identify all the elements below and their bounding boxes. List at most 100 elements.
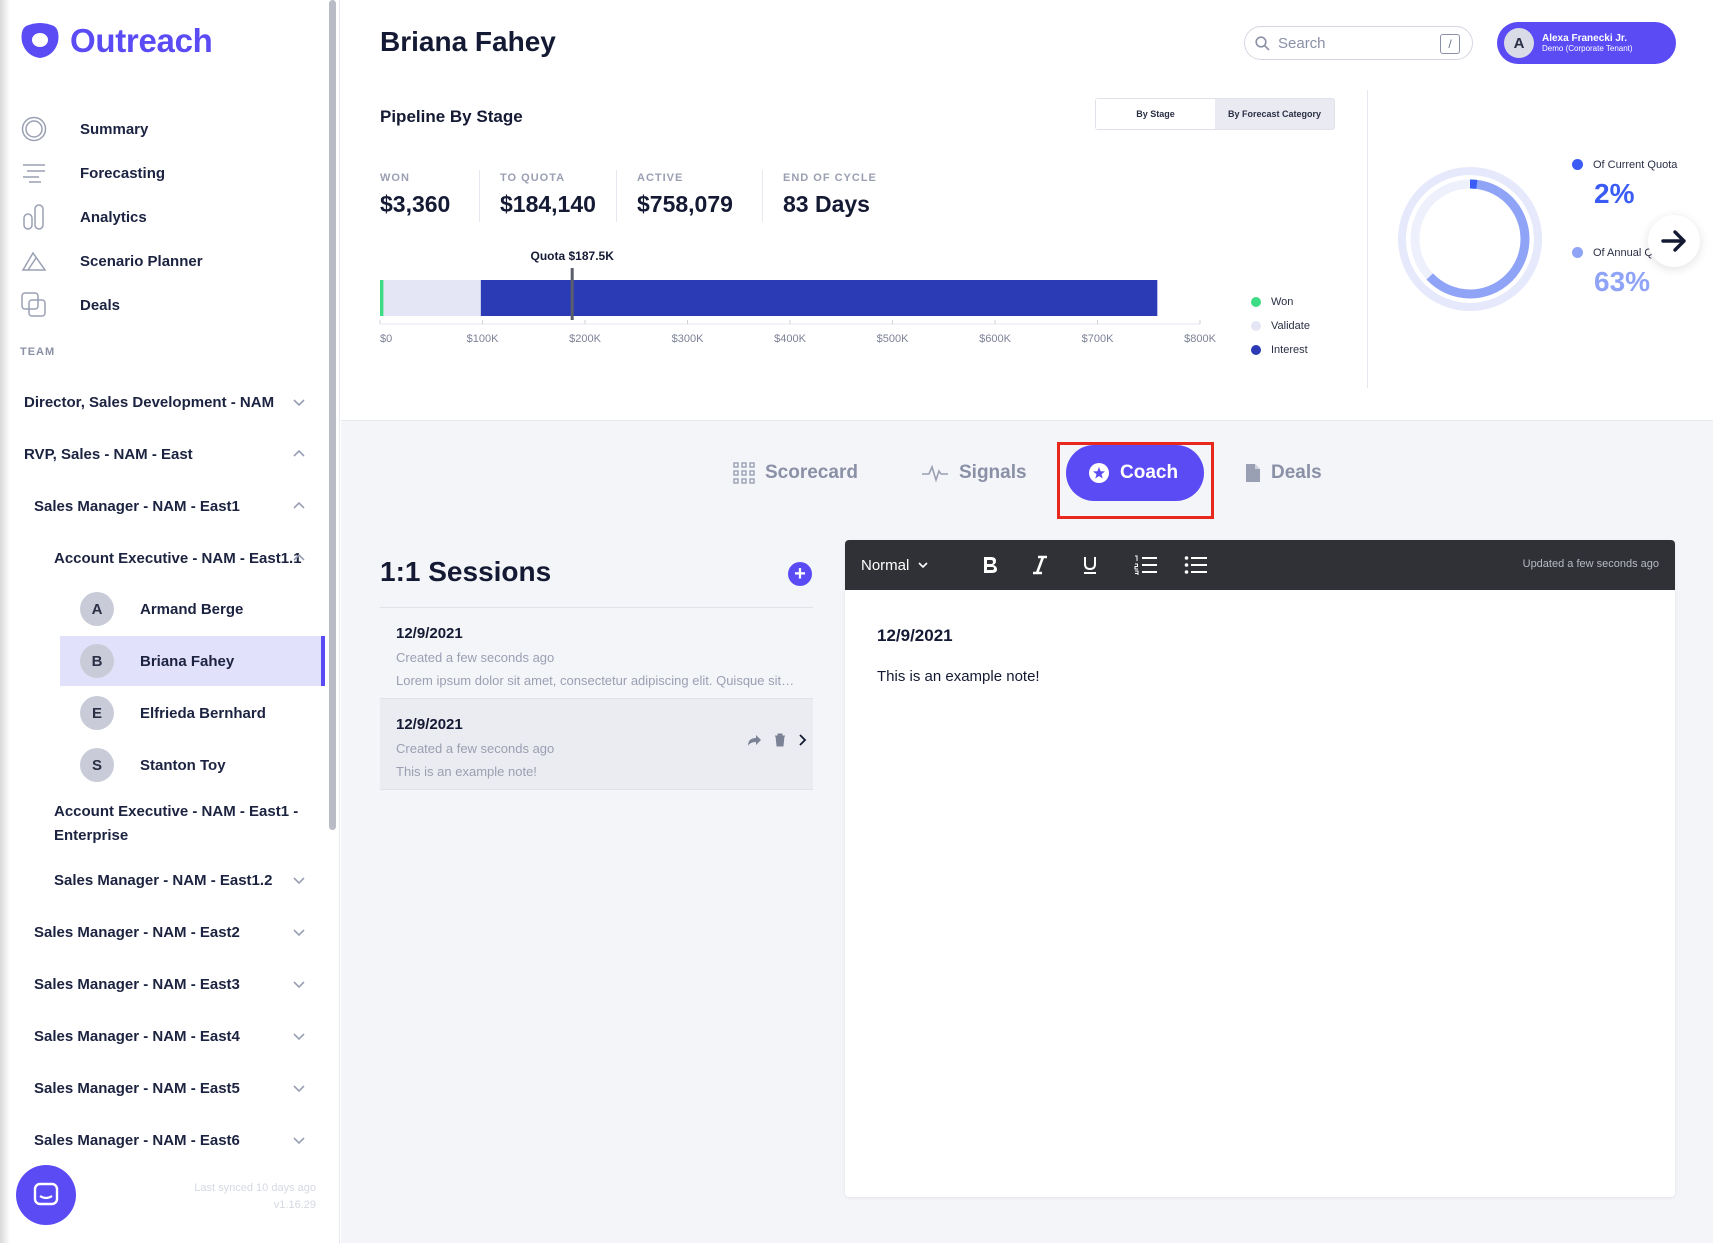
person-stanton-toy[interactable]: S Stanton Toy <box>60 740 325 790</box>
tree-row-sm-east1-2[interactable]: Sales Manager - NAM - East1.2 <box>54 868 324 892</box>
tab-label: Deals <box>1271 462 1322 483</box>
tree-row-director[interactable]: Director, Sales Development - NAM <box>24 390 324 414</box>
chevron-down-icon <box>293 399 305 407</box>
share-icon[interactable] <box>747 734 762 747</box>
tree-row-sm-east5[interactable]: Sales Manager - NAM - East5 <box>34 1076 324 1100</box>
legend-label: Won <box>1271 296 1294 308</box>
tree-row-sm-east4[interactable]: Sales Manager - NAM - East4 <box>34 1024 324 1048</box>
chevron-right-icon[interactable] <box>798 733 807 747</box>
person-name: Armand Berge <box>140 600 244 618</box>
page-title: Briana Fahey <box>380 26 556 57</box>
quota-annual-value: 63% <box>1594 266 1651 297</box>
nav-label: Summary <box>80 120 149 138</box>
search-shortcut: / <box>1440 34 1460 54</box>
format-select[interactable]: Normal <box>861 557 929 574</box>
format-select-value: Normal <box>861 556 910 574</box>
tab-scorecard[interactable]: Scorecard <box>733 445 858 501</box>
stat-value: $758,079 <box>637 191 733 217</box>
nav-label: Deals <box>80 296 121 314</box>
chat-icon <box>33 1182 59 1206</box>
brand-name: Outreach <box>70 22 213 59</box>
tree-row-sm-east6[interactable]: Sales Manager - NAM - East6 <box>34 1128 324 1152</box>
session-item[interactable]: 12/9/2021 Created a few seconds ago This… <box>380 699 813 790</box>
tab-label: Signals <box>959 462 1027 483</box>
person-name: Elfrieda Bernhard <box>140 704 266 722</box>
stat-value: $3,360 <box>380 191 451 217</box>
bar-segment-won[interactable] <box>380 280 384 316</box>
next-arrow-button[interactable] <box>1648 215 1700 267</box>
nav-analytics[interactable]: Analytics <box>20 200 320 234</box>
legend-item: Validate <box>1251 314 1310 338</box>
legend-dot <box>1251 321 1261 331</box>
session-date: 12/9/2021 <box>396 625 463 642</box>
tree-row-label: Sales Manager - NAM - East6 <box>34 1131 240 1149</box>
bullet-list-button[interactable] <box>1183 552 1209 578</box>
nav-scenario-planner[interactable]: Scenario Planner <box>20 244 320 278</box>
tree-row-sm-east1[interactable]: Sales Manager - NAM - East1 <box>34 494 324 518</box>
pipeline-title: Pipeline By Stage <box>380 107 523 126</box>
ordered-list-button[interactable] <box>1133 552 1159 578</box>
tree-row-ae-east1-1[interactable]: Account Executive - NAM - East1.1 <box>54 546 324 570</box>
note-date[interactable]: 12/9/2021 <box>877 626 953 646</box>
avatar: E <box>80 696 114 730</box>
tree-row-sm-east2[interactable]: Sales Manager - NAM - East2 <box>34 920 324 944</box>
person-name: Briana Fahey <box>140 652 235 670</box>
tree-row-sm-east3[interactable]: Sales Manager - NAM - East3 <box>34 972 324 996</box>
nav-deals[interactable]: Deals <box>20 288 320 322</box>
tree-row-label: Sales Manager - NAM - East5 <box>34 1079 240 1097</box>
document-icon <box>1245 463 1261 483</box>
tab-signals[interactable]: Signals <box>921 445 1027 501</box>
tick-label: $400K <box>774 333 806 345</box>
summary-icon <box>20 115 48 143</box>
nav-forecasting[interactable]: Forecasting <box>20 156 320 190</box>
search-icon <box>1255 35 1270 51</box>
italic-button[interactable] <box>1027 552 1053 578</box>
chat-button[interactable] <box>16 1165 76 1225</box>
person-briana-fahey[interactable]: B Briana Fahey <box>60 636 325 686</box>
add-session-button[interactable]: + <box>788 562 812 586</box>
toggle-by-forecast-category[interactable]: By Forecast Category <box>1215 99 1334 129</box>
quota-donut-chart <box>1398 167 1542 311</box>
stat-label: WON <box>380 172 410 184</box>
toggle-by-stage[interactable]: By Stage <box>1096 99 1215 129</box>
forecasting-icon <box>20 159 48 187</box>
tree-row-label: Account Executive - NAM - East1 - <box>54 803 299 820</box>
tree-row-label: Director, Sales Development - NAM <box>24 393 275 411</box>
search-input[interactable]: Search / <box>1244 26 1473 60</box>
note-text[interactable]: This is an example note! <box>877 668 1040 685</box>
sidebar-scrollbar[interactable] <box>329 0 336 830</box>
avatar: S <box>80 748 114 782</box>
divider <box>762 170 763 222</box>
user-menu-button[interactable]: A Alexa Franecki Jr. Demo (Corporate Ten… <box>1497 22 1676 64</box>
quota-current-value: 2% <box>1594 178 1635 209</box>
bar-segment-validate[interactable] <box>383 280 481 316</box>
tree-row-ae-enterprise[interactable]: Account Executive - NAM - East1 - Enterp… <box>54 800 324 848</box>
coach-tab-highlight <box>1057 442 1214 519</box>
person-armand-berge[interactable]: A Armand Berge <box>60 584 325 634</box>
bar-segment-interest[interactable] <box>480 280 1158 316</box>
brand[interactable]: Outreach <box>20 22 213 60</box>
divider <box>1367 90 1368 388</box>
underline-button[interactable] <box>1077 552 1103 578</box>
scenario-planner-icon <box>20 247 48 275</box>
nav-summary[interactable]: Summary <box>20 112 320 146</box>
session-item[interactable]: 12/9/2021 Created a few seconds ago Lore… <box>380 608 813 699</box>
tick-label: $700K <box>1082 333 1114 345</box>
pipeline-chart: $0 $100K $200K $300K $400K $500K $600K $700K $80… <box>379 249 1217 345</box>
analytics-icon <box>20 203 48 231</box>
trash-icon[interactable] <box>774 733 786 747</box>
avatar: A <box>1504 28 1534 58</box>
sessions-title: 1:1 Sessions <box>380 556 552 587</box>
tick-label: $100K <box>467 333 499 345</box>
tab-deals[interactable]: Deals <box>1245 445 1322 501</box>
chevron-down-icon <box>293 981 305 989</box>
tree-row-label: Sales Manager - NAM - East1.2 <box>54 871 273 889</box>
legend-item: Interest <box>1251 338 1310 362</box>
tree-row-label: RVP, Sales - NAM - East <box>24 445 193 463</box>
legend-label: Validate <box>1271 320 1310 332</box>
tree-row-rvp[interactable]: RVP, Sales - NAM - East <box>24 442 324 466</box>
person-elfrieda-bernhard[interactable]: E Elfrieda Bernhard <box>60 688 325 738</box>
chevron-down-icon <box>293 1033 305 1041</box>
bold-button[interactable] <box>977 552 1003 578</box>
divider <box>616 170 617 222</box>
